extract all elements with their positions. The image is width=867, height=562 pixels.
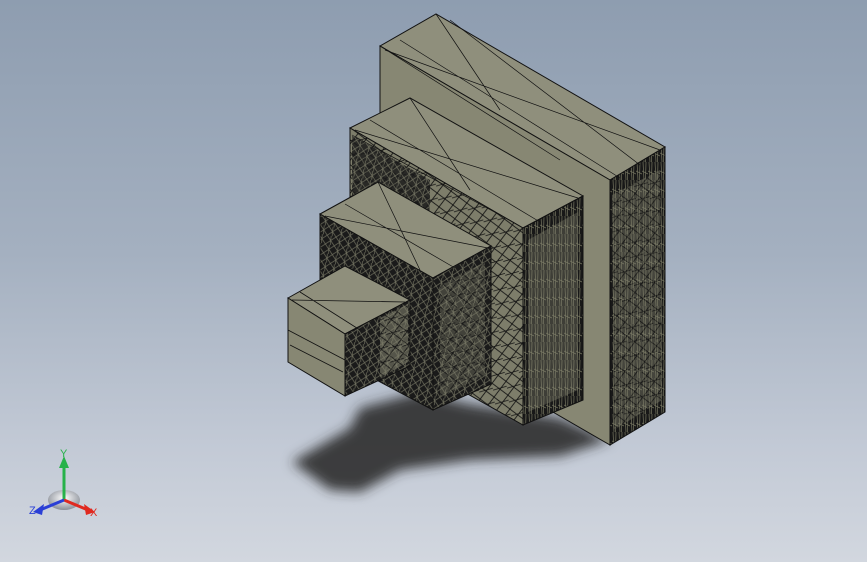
z-axis-label: Z bbox=[29, 505, 36, 517]
graphics-viewport[interactable]: Y X Z bbox=[0, 0, 867, 562]
x-axis-label: X bbox=[90, 507, 98, 519]
view-orientation-triad[interactable]: Y X Z bbox=[24, 448, 104, 524]
model-view[interactable] bbox=[0, 0, 867, 562]
y-axis-label: Y bbox=[60, 448, 68, 460]
